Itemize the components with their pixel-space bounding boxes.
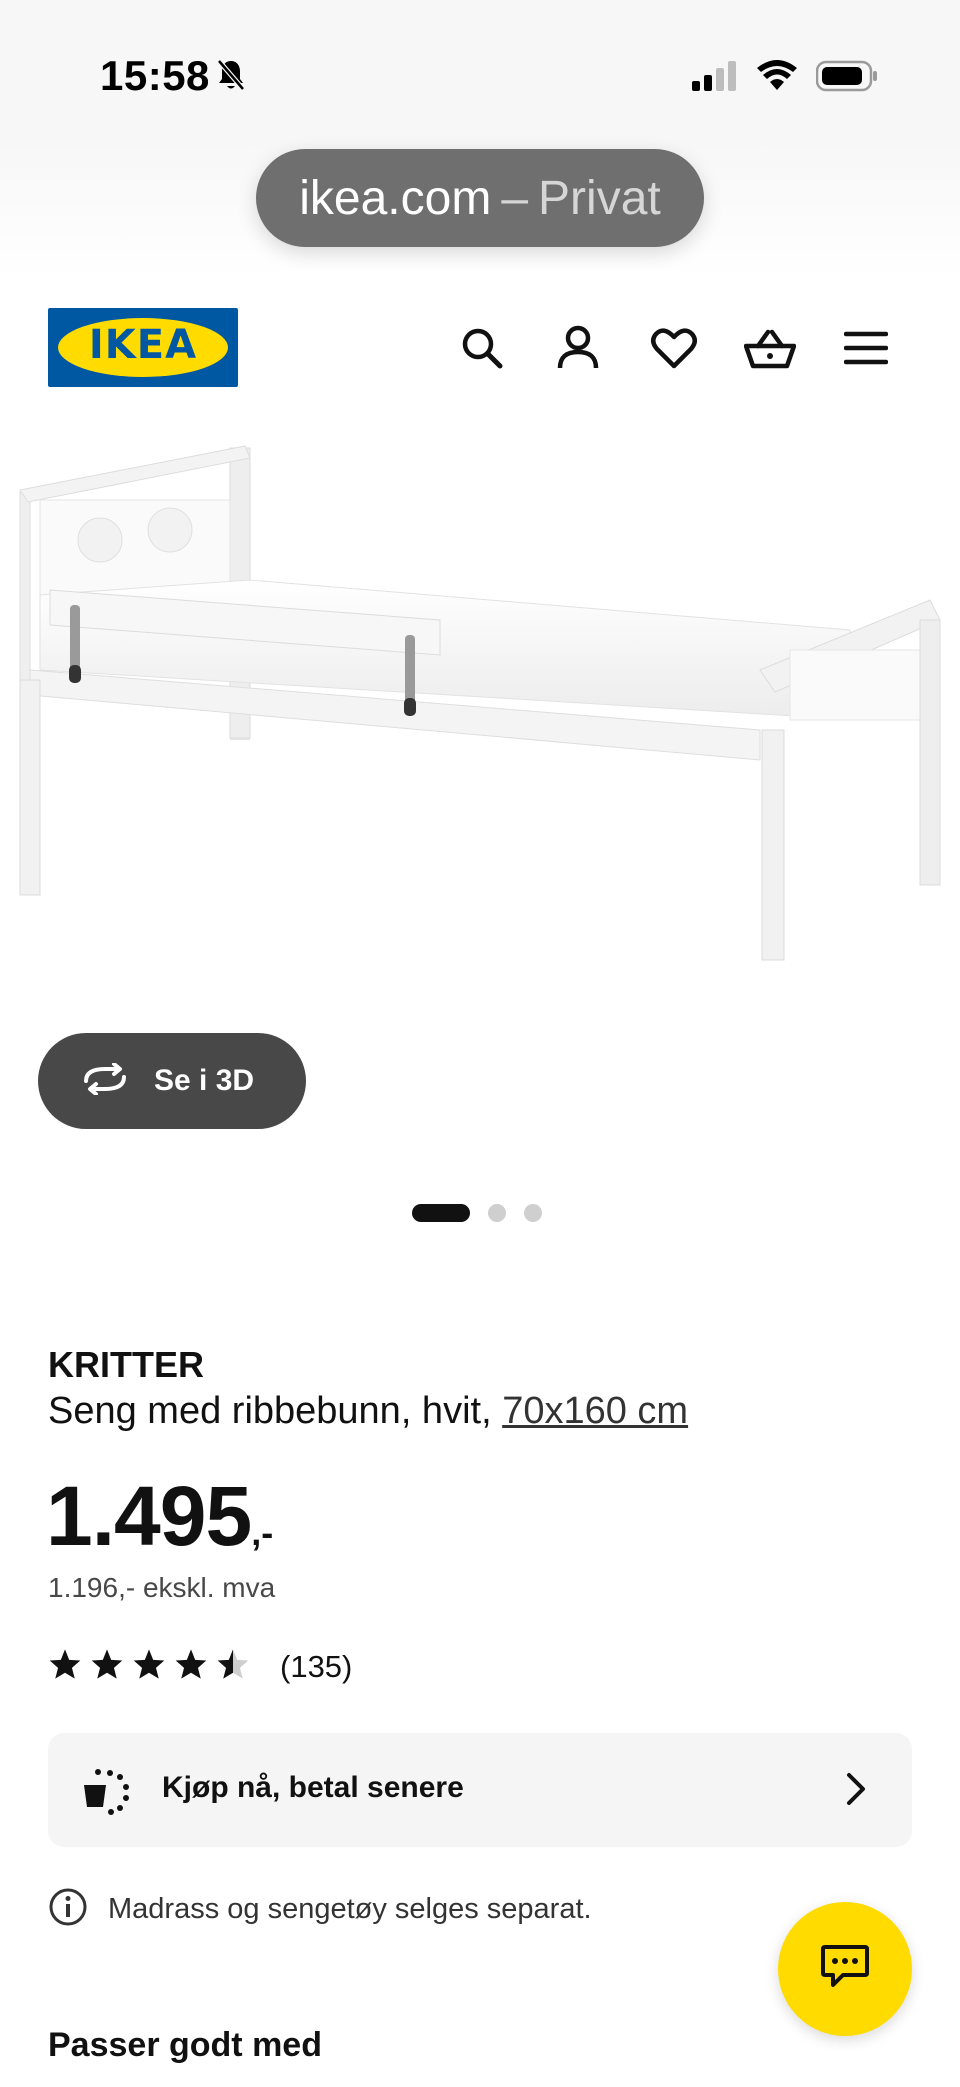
payment-plan-icon: [80, 1765, 130, 1820]
buy-now-pay-later-label: Kjøp nå, betal senere: [162, 1771, 464, 1804]
buy-now-pay-later-button[interactable]: Kjøp nå, betal senere: [48, 1733, 912, 1847]
half-star-icon: [216, 1648, 250, 1685]
private-mode-label: Privat: [538, 171, 661, 225]
search-icon[interactable]: [452, 318, 512, 378]
product-size-link[interactable]: 70x160 cm: [502, 1390, 688, 1432]
product-description-text: Seng med ribbebunn, hvit,: [48, 1390, 492, 1432]
view-in-3d-button[interactable]: Se i 3D: [38, 1033, 306, 1129]
url-separator: –: [501, 171, 529, 225]
battery-icon: [815, 60, 878, 97]
bell-slash-icon: [216, 58, 246, 97]
carousel-indicator: [412, 1204, 542, 1222]
heart-icon[interactable]: [644, 318, 704, 378]
product-price: 1.495,-: [46, 1468, 273, 1565]
rotate-3d-icon: [80, 1061, 130, 1100]
chevron-right-icon: [844, 1771, 868, 1812]
related-products-title: Passer godt med: [48, 2026, 322, 2064]
wifi-icon: [756, 60, 798, 97]
star-icon: [90, 1648, 124, 1685]
logo-text: IKEA: [88, 322, 198, 368]
view-in-3d-label: Se i 3D: [154, 1064, 255, 1097]
mattress-notice: Madrass og sengetøy selges separat.: [48, 1887, 592, 1932]
carousel-dot-2[interactable]: [488, 1204, 506, 1222]
product-image[interactable]: [0, 430, 960, 1030]
star-icon: [174, 1648, 208, 1685]
chat-icon: [819, 1943, 871, 1996]
status-time: 15:58: [100, 52, 210, 99]
url-domain: ikea.com: [299, 171, 492, 225]
product-name: KRITTER: [48, 1344, 204, 1385]
product-rating[interactable]: (135): [48, 1648, 352, 1685]
star-icon: [48, 1648, 82, 1685]
notice-text: Madrass og sengetøy selges separat.: [108, 1893, 592, 1925]
product-description: Seng med ribbebunn, hvit, 70x160 cm: [48, 1390, 688, 1433]
info-icon: [48, 1887, 88, 1932]
basket-icon[interactable]: [740, 318, 800, 378]
cellular-signal-icon: [692, 61, 738, 96]
carousel-dot-3[interactable]: [524, 1204, 542, 1222]
carousel-dot-1[interactable]: [412, 1204, 470, 1222]
account-icon[interactable]: [548, 318, 608, 378]
price-main: 1.495: [46, 1469, 252, 1563]
ikea-logo[interactable]: IKEA: [48, 308, 238, 387]
rating-count: (135): [280, 1648, 353, 1684]
chat-button[interactable]: [778, 1902, 912, 2036]
price-suffix: ,-: [251, 1512, 274, 1553]
menu-icon[interactable]: [836, 318, 896, 378]
star-icon: [132, 1648, 166, 1685]
url-bar[interactable]: ikea.com – Privat: [256, 149, 704, 247]
status-icons: [692, 60, 878, 97]
price-excl-vat: 1.196,- ekskl. mva: [48, 1572, 276, 1603]
